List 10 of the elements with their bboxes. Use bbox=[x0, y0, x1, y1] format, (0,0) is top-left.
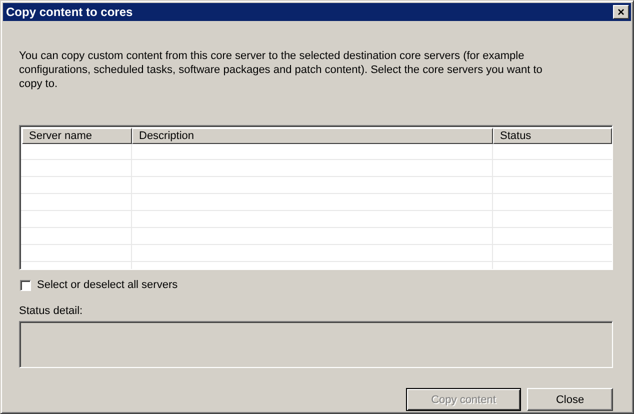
close-dialog-button[interactable]: Close bbox=[527, 388, 613, 411]
column-header[interactable]: Server name bbox=[22, 128, 132, 144]
select-all-checkbox[interactable] bbox=[20, 280, 31, 290]
intro-text: You can copy custom content from this core server to the selected destination core servers (for example configurations, scheduled tasks, software packages and patch content). Select the core servers you want to copy to. bbox=[19, 49, 544, 91]
window-title: Copy content to cores bbox=[6, 5, 133, 19]
close-button[interactable]: × bbox=[613, 5, 629, 19]
column-header[interactable]: Description bbox=[132, 128, 493, 144]
column-header[interactable]: Status bbox=[493, 128, 612, 144]
status-detail-label: Status detail: bbox=[19, 305, 84, 317]
select-all-label[interactable]: Select or deselect all servers bbox=[37, 279, 178, 291]
